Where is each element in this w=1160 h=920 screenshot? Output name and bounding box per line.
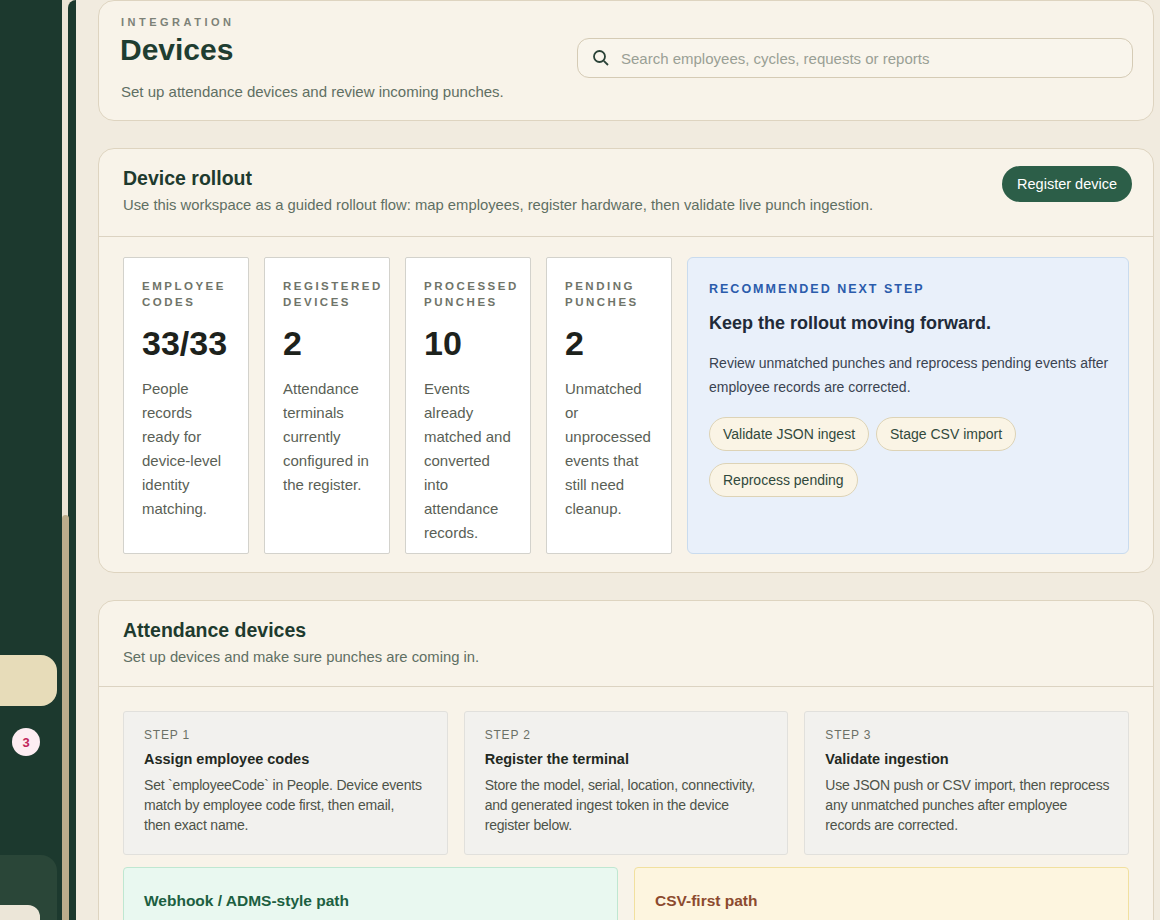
stat-description: People records ready for device-level id…: [142, 377, 230, 521]
ingestion-paths: Webhook / ADMS-style path CSV-first path: [123, 867, 1129, 920]
page-subtitle: Set up attendance devices and review inc…: [121, 83, 504, 100]
sidebar-scrollbar-thumb[interactable]: [62, 515, 69, 920]
page-title: Devices: [120, 33, 233, 67]
recommendation-eyebrow: RECOMMENDED NEXT STEP: [709, 282, 1116, 296]
setup-steps: STEP 1 Assign employee codes Set `employ…: [123, 711, 1129, 855]
recommended-next-step-panel: RECOMMENDED NEXT STEP Keep the rollout m…: [687, 257, 1129, 554]
stat-pending-punches: PENDING PUNCHES 2 Unmatched or unprocess…: [546, 257, 672, 554]
step-label: STEP 1: [144, 728, 433, 742]
device-rollout-header: Device rollout Use this workspace as a g…: [99, 149, 1153, 237]
stat-registered-devices: REGISTERED DEVICES 2 Attendance terminal…: [264, 257, 390, 554]
stat-processed-punches: PROCESSED PUNCHES 10 Events already matc…: [405, 257, 531, 554]
stat-value: 2: [565, 324, 653, 363]
search-bar[interactable]: [577, 38, 1133, 78]
stat-label: REGISTERED DEVICES: [283, 278, 371, 310]
stat-value: 33/33: [142, 324, 230, 363]
step-label: STEP 3: [825, 728, 1114, 742]
recommendation-title: Keep the rollout moving forward.: [709, 313, 1116, 334]
stat-description: Events already matched and converted int…: [424, 377, 512, 545]
stage-csv-import-button[interactable]: Stage CSV import: [876, 417, 1016, 451]
stat-description: Attendance terminals currently configure…: [283, 377, 371, 497]
sidebar-item-bottom[interactable]: [0, 905, 40, 920]
step-title: Validate ingestion: [825, 751, 1114, 767]
notification-badge: 3: [12, 728, 40, 756]
device-rollout-body: EMPLOYEE CODES 33/33 People records read…: [99, 237, 1153, 573]
attendance-devices-card: Attendance devices Set up devices and ma…: [98, 600, 1154, 920]
step-title: Assign employee codes: [144, 751, 433, 767]
webhook-path-card: Webhook / ADMS-style path: [123, 867, 618, 920]
search-input[interactable]: [621, 50, 1101, 67]
reprocess-pending-button[interactable]: Reprocess pending: [709, 463, 858, 497]
device-rollout-title: Device rollout: [123, 167, 1129, 190]
attendance-devices-title: Attendance devices: [123, 619, 1129, 642]
sidebar-background: [0, 0, 62, 920]
sidebar-rail: [68, 0, 76, 920]
stat-description: Unmatched or unprocessed events that sti…: [565, 377, 653, 521]
recommendation-body: Review unmatched punches and reprocess p…: [709, 351, 1116, 399]
csv-path-title: CSV-first path: [655, 892, 1108, 910]
stat-label: EMPLOYEE CODES: [142, 278, 230, 310]
page-header-card: INTEGRATION Devices Set up attendance de…: [98, 0, 1154, 121]
stat-label: PENDING PUNCHES: [565, 278, 653, 310]
stat-value: 10: [424, 324, 512, 363]
step-body: Store the model, serial, location, conne…: [485, 775, 774, 835]
step-2-card: STEP 2 Register the terminal Store the m…: [464, 711, 789, 855]
validate-json-ingest-button[interactable]: Validate JSON ingest: [709, 417, 869, 451]
step-body: Use JSON push or CSV import, then reproc…: [825, 775, 1114, 835]
webhook-path-title: Webhook / ADMS-style path: [144, 892, 597, 910]
step-body: Set `employeeCode` in People. Device eve…: [144, 775, 422, 835]
attendance-devices-subtitle: Set up devices and make sure punches are…: [123, 649, 1129, 665]
sidebar: 3: [0, 0, 76, 920]
attendance-devices-body: STEP 1 Assign employee codes Set `employ…: [99, 687, 1153, 920]
recommendation-actions: Validate JSON ingest Stage CSV import Re…: [709, 417, 1109, 497]
step-title: Register the terminal: [485, 751, 774, 767]
attendance-devices-header: Attendance devices Set up devices and ma…: [99, 601, 1153, 687]
main-content: INTEGRATION Devices Set up attendance de…: [76, 0, 1160, 920]
page-eyebrow: INTEGRATION: [121, 16, 234, 28]
sidebar-item-active[interactable]: [0, 655, 57, 706]
step-3-card: STEP 3 Validate ingestion Use JSON push …: [804, 711, 1129, 855]
step-1-card: STEP 1 Assign employee codes Set `employ…: [123, 711, 448, 855]
stat-employee-codes: EMPLOYEE CODES 33/33 People records read…: [123, 257, 249, 554]
stat-label: PROCESSED PUNCHES: [424, 278, 512, 310]
search-icon: [592, 49, 610, 67]
device-rollout-card: Device rollout Use this workspace as a g…: [98, 148, 1154, 573]
register-device-button[interactable]: Register device: [1002, 166, 1132, 202]
step-label: STEP 2: [485, 728, 774, 742]
device-rollout-subtitle: Use this workspace as a guided rollout f…: [123, 197, 1129, 213]
csv-path-card: CSV-first path: [634, 867, 1129, 920]
stat-value: 2: [283, 324, 371, 363]
